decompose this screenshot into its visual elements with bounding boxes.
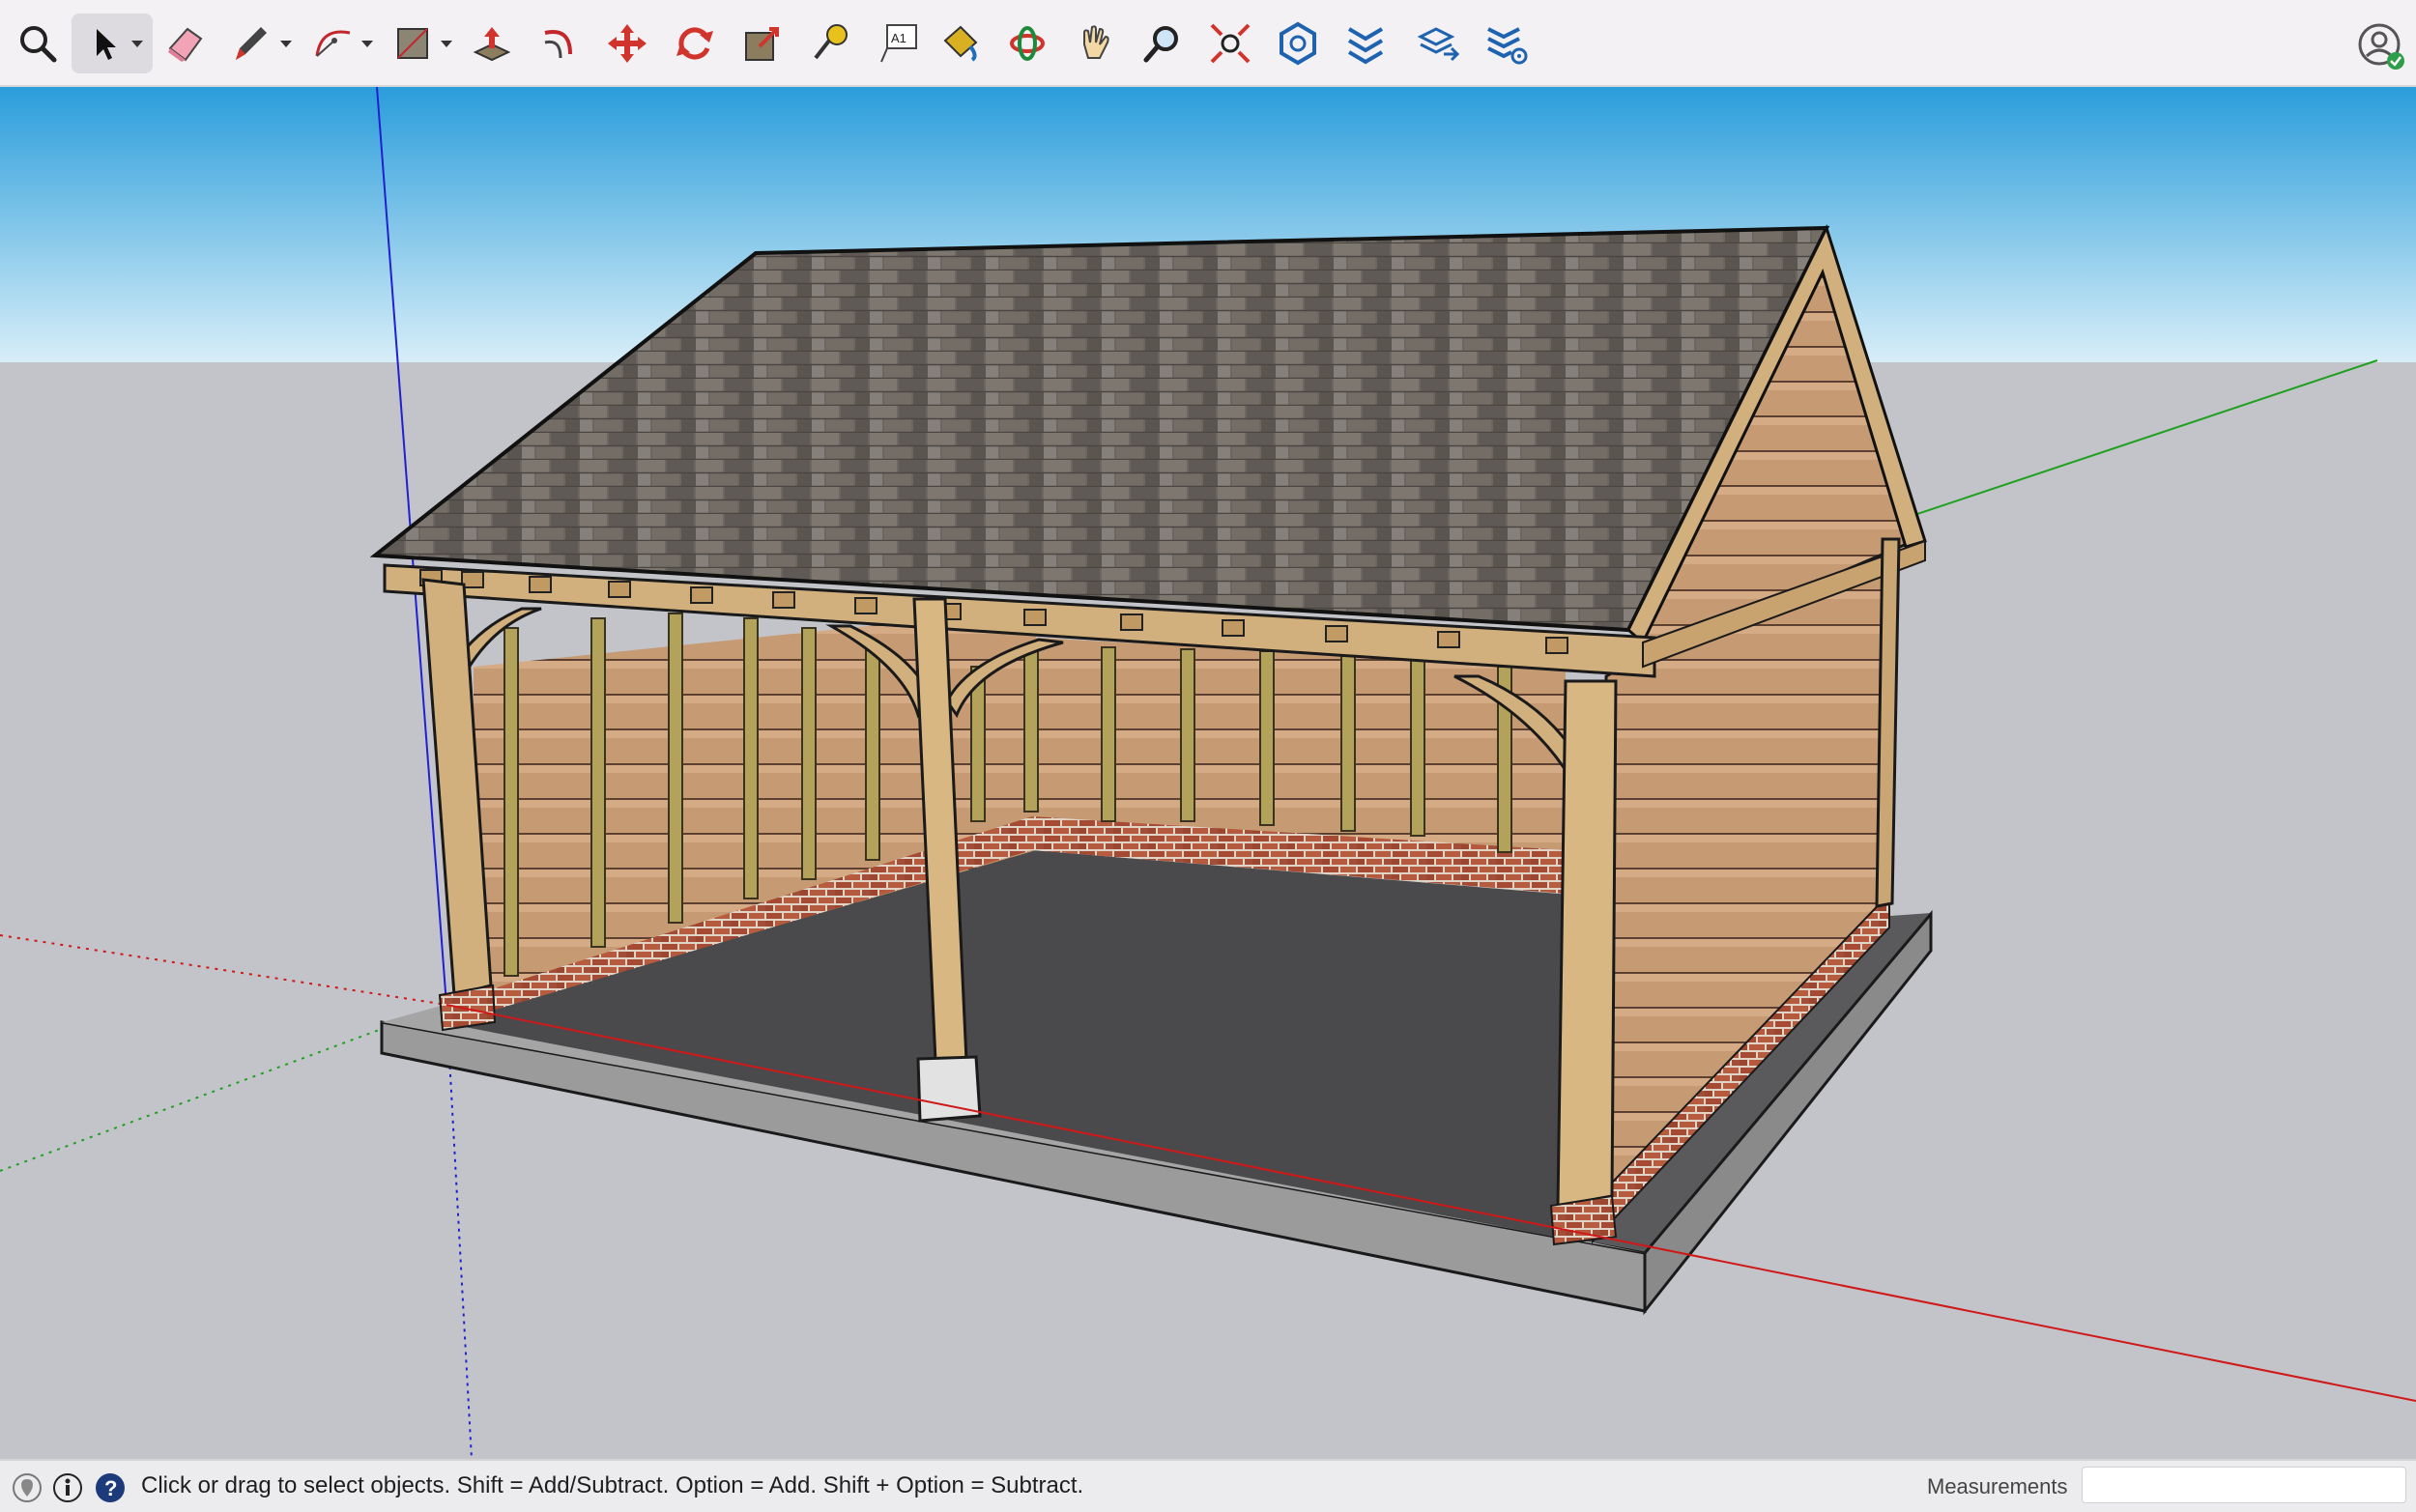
status-bar: ? Click or drag to select objects. Shift… bbox=[0, 1459, 2416, 1512]
zoom-icon bbox=[20, 26, 57, 63]
offset-tool-button[interactable] bbox=[530, 14, 590, 73]
push-pull-tool-button[interactable] bbox=[462, 14, 522, 73]
eraser-tool-button[interactable] bbox=[155, 14, 215, 73]
measurements-label: Measurements bbox=[1927, 1474, 2068, 1498]
warehouse-tool-button[interactable] bbox=[1268, 14, 1328, 73]
account-avatar-icon[interactable] bbox=[2354, 19, 2408, 73]
scale-icon bbox=[745, 27, 779, 61]
help-icon[interactable]: ? bbox=[95, 1472, 126, 1503]
measurements-input[interactable] bbox=[2082, 1467, 2406, 1503]
zoom-extents-tool-button[interactable] bbox=[1200, 14, 1260, 73]
eraser-icon bbox=[168, 27, 203, 62]
pan-hand-icon bbox=[1083, 25, 1109, 59]
credits-info-icon[interactable] bbox=[52, 1472, 83, 1503]
zoom-window-icon bbox=[1143, 26, 1178, 63]
paint-bucket-tool-button[interactable] bbox=[930, 14, 990, 73]
status-hint-text: Click or drag to select objects. Shift =… bbox=[141, 1472, 1084, 1498]
send-to-layout-tool-button[interactable] bbox=[1409, 14, 1469, 73]
scale-tool-button[interactable] bbox=[733, 14, 792, 73]
paint-bucket-icon bbox=[943, 25, 978, 62]
svg-text:?: ? bbox=[104, 1476, 117, 1500]
move-tool-button[interactable] bbox=[597, 14, 657, 73]
rectangle-icon bbox=[397, 28, 428, 59]
tape-measure-tool-button[interactable] bbox=[800, 14, 860, 73]
text-icon: A1 bbox=[880, 24, 917, 63]
zoom-extents-icon bbox=[1210, 23, 1251, 64]
tape-measure-icon bbox=[814, 24, 848, 60]
line-dropdown-caret-icon[interactable] bbox=[280, 41, 292, 47]
rotate-icon bbox=[676, 27, 713, 60]
orbit-tool-button[interactable] bbox=[997, 14, 1057, 73]
pan-tool-button[interactable] bbox=[1065, 14, 1125, 73]
select-dropdown-caret-icon[interactable] bbox=[131, 41, 143, 47]
extension-manager-tool-button[interactable] bbox=[1477, 14, 1537, 73]
text-tool-button[interactable]: A1 bbox=[868, 14, 928, 73]
zoom-window-tool-button[interactable] bbox=[1133, 14, 1193, 73]
move-icon bbox=[608, 24, 647, 63]
push-pull-icon bbox=[473, 27, 511, 62]
model-viewport[interactable] bbox=[0, 87, 2416, 1459]
orbit-icon bbox=[1010, 26, 1045, 61]
extension-warehouse-tool-button[interactable] bbox=[1336, 14, 1395, 73]
zoom-tool-button[interactable] bbox=[8, 14, 68, 73]
offset-icon bbox=[544, 30, 572, 59]
rotate-tool-button[interactable] bbox=[665, 14, 725, 73]
main-toolbar: A1 bbox=[0, 0, 2416, 87]
extension-warehouse-icon bbox=[1347, 27, 1384, 65]
rectangle-dropdown-caret-icon[interactable] bbox=[441, 41, 452, 47]
text-tool-glyph: A1 bbox=[891, 31, 906, 45]
warehouse-icon bbox=[1280, 21, 1316, 66]
extension-manager-icon bbox=[1487, 27, 1528, 65]
arc-dropdown-caret-icon[interactable] bbox=[361, 41, 373, 47]
rectangle-tool-button[interactable] bbox=[383, 14, 443, 73]
layout-send-icon bbox=[1417, 27, 1460, 62]
pencil-icon bbox=[236, 27, 267, 60]
line-tool-button[interactable] bbox=[220, 14, 280, 73]
arc-tool-button[interactable] bbox=[303, 14, 363, 73]
arc-icon bbox=[315, 30, 351, 57]
geolocation-icon[interactable] bbox=[12, 1472, 43, 1503]
select-arrow-icon bbox=[97, 29, 116, 60]
